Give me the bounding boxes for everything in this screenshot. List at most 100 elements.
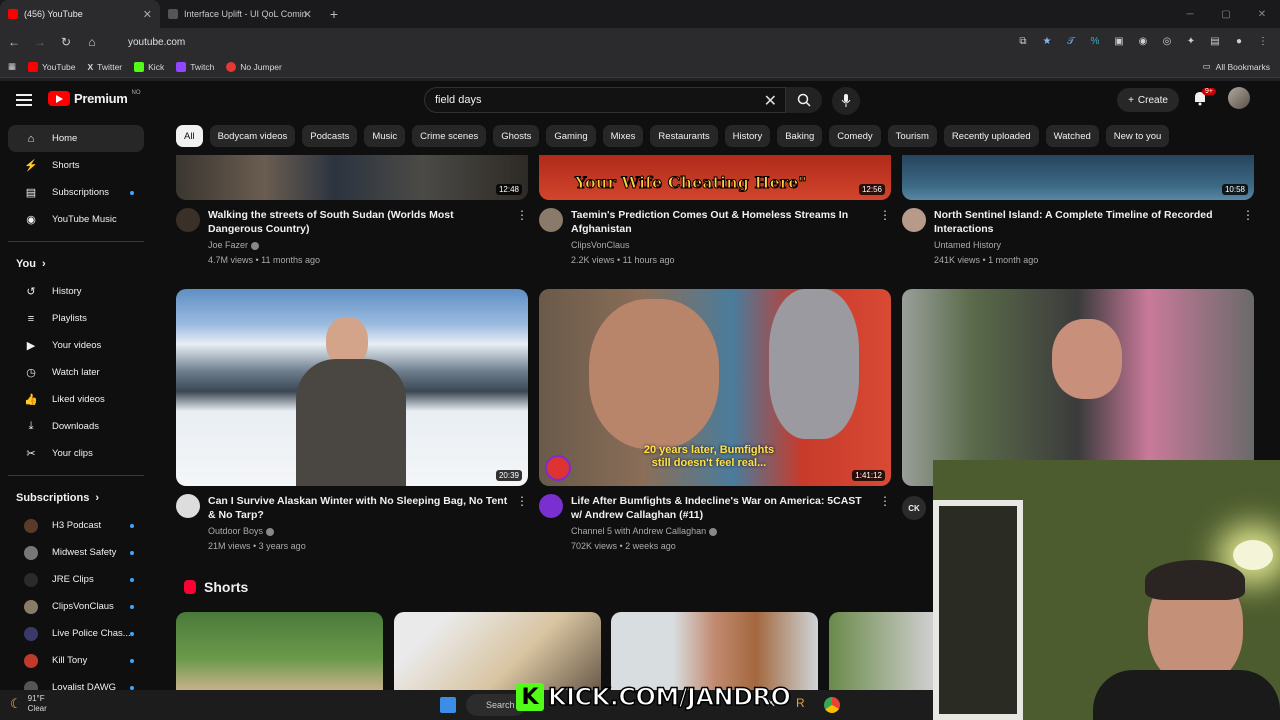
chip[interactable]: Ghosts [493,125,540,147]
chip[interactable]: Baking [777,125,823,147]
chip[interactable]: Mixes [602,125,644,147]
account-avatar[interactable] [1228,87,1250,109]
video-title[interactable]: Taemin's Prediction Comes Out & Homeless… [571,208,871,236]
back-icon[interactable]: ← [2,30,26,54]
channel-avatar[interactable] [539,494,563,518]
video-thumbnail[interactable]: 10:58 [902,155,1254,200]
profile-icon[interactable]: ● [1230,32,1248,50]
chip[interactable]: Comedy [829,125,881,147]
video-title[interactable]: Life After Bumfights & Indecline's War o… [571,494,871,522]
channel-name[interactable]: Outdoor Boys [208,526,275,536]
chip[interactable]: Crime scenes [412,125,487,147]
forward-icon[interactable]: → [28,30,52,54]
menu-icon[interactable] [16,91,32,109]
video-thumbnail[interactable]: Your Wife Cheating Here" 12:56 [539,155,891,200]
extension-icon[interactable]: ▣ [1110,32,1128,50]
tab-youtube[interactable]: (456) YouTube ✕ [0,0,160,28]
maximize-icon[interactable]: ▢ [1208,0,1244,28]
channel-avatar[interactable] [176,208,200,232]
chrome-icon[interactable] [824,697,840,713]
sidebar-item-your-videos[interactable]: ▶ Your videos [8,332,144,359]
chip[interactable]: New to you [1105,125,1170,147]
short-thumbnail[interactable] [611,612,818,690]
channel-name[interactable]: Joe Fazer [208,240,260,250]
home-browser-icon[interactable]: ⌂ [80,30,104,54]
channel-name[interactable]: Channel 5 with Andrew Callaghan [571,526,718,536]
chip[interactable]: Recently uploaded [943,125,1039,147]
short-thumbnail[interactable] [829,612,933,690]
menu-dots-icon[interactable]: ⋮ [1254,32,1272,50]
extension-icon[interactable]: ◎ [1158,32,1176,50]
sidebar-section-subscriptions[interactable]: Subscriptions › [0,484,152,512]
chip[interactable]: Bodycam videos [209,125,296,147]
sidebar-item-your-clips[interactable]: ✂ Your clips [8,440,144,467]
clear-search-icon[interactable]: ✕ [764,91,777,111]
channel-name[interactable]: Untamed History [934,240,1001,250]
windows-start-icon[interactable] [440,697,456,713]
sidebar-item-youtube-music[interactable]: ◉ YouTube Music [8,206,144,233]
video-thumbnail[interactable]: 12:48 [176,155,528,200]
chip[interactable]: Podcasts [302,125,358,147]
more-options-icon[interactable]: ⋮ [516,208,528,222]
create-button[interactable]: + Create [1117,88,1179,112]
address-bar[interactable]: youtube.com [104,30,1004,54]
short-thumbnail[interactable] [176,612,383,690]
weather-widget[interactable]: ☾ 91°F Clear [10,694,47,714]
chip[interactable]: Gaming [546,125,596,147]
sidebar-sub-kill-tony[interactable]: Kill Tony [8,647,144,674]
close-window-icon[interactable]: ✕ [1244,0,1280,28]
bookmark-kick[interactable]: Kick [134,61,164,72]
tab-interface-uplift[interactable]: Interface Uplift - UI QoL Comin ✕ [160,0,320,28]
sidebar-item-downloads[interactable]: ⤓ Downloads [8,413,144,440]
app-icon[interactable]: R [796,696,805,710]
sidebar-item-playlists[interactable]: ≡ Playlists [8,305,144,332]
reload-icon[interactable]: ↻ [54,30,78,54]
new-tab-button[interactable]: + [320,0,348,28]
sidebar-sub-clipsvonclaus[interactable]: ClipsVonClaus [8,593,144,620]
search-input[interactable]: field days ✕ [424,87,786,113]
sidebar-item-liked-videos[interactable]: 👍 Liked videos [8,386,144,413]
extension-icon[interactable]: ◉ [1134,32,1152,50]
sidebar-sub-midwest-safety[interactable]: Midwest Safety [8,539,144,566]
chip[interactable]: Watched [1045,125,1099,147]
video-thumbnail[interactable]: 20 years later, Bumfights still doesn't … [539,289,891,486]
short-thumbnail[interactable] [394,612,601,690]
bookmark-nojumper[interactable]: No Jumper [226,61,282,72]
search-button[interactable] [786,87,822,113]
sidebar-section-you[interactable]: You › [0,250,152,278]
channel-avatar[interactable] [902,208,926,232]
close-tab-icon[interactable]: ✕ [303,8,312,21]
youtube-logo[interactable]: Premium NO [48,90,141,106]
more-options-icon[interactable]: ⋮ [516,494,528,508]
minimize-icon[interactable]: ─ [1172,0,1208,28]
puzzle-icon[interactable]: ✦ [1182,32,1200,50]
bookmark-youtube[interactable]: YouTube [28,61,75,72]
notifications-button[interactable]: 9+ [1192,88,1216,108]
chip[interactable]: Music [364,125,406,147]
video-title[interactable]: North Sentinel Island: A Complete Timeli… [934,208,1234,236]
apps-grid-icon[interactable]: ▦ [8,61,16,72]
install-icon[interactable]: ⧉ [1014,32,1032,50]
sidepanel-icon[interactable]: ▤ [1206,32,1224,50]
more-options-icon[interactable]: ⋮ [1242,208,1254,222]
sidebar-sub-jre-clips[interactable]: JRE Clips [8,566,144,593]
chip[interactable]: History [724,125,771,147]
bookmark-star-icon[interactable]: ★ [1038,32,1056,50]
close-tab-icon[interactable]: ✕ [143,8,152,21]
bookmark-twitter[interactable]: X Twitter [87,62,122,72]
more-options-icon[interactable]: ⋮ [879,208,891,222]
sidebar-sub-h3-podcast[interactable]: H3 Podcast [8,512,144,539]
channel-avatar[interactable] [176,494,200,518]
chip-all[interactable]: All [176,125,203,147]
channel-avatar[interactable]: CK [902,496,926,520]
sidebar-item-shorts[interactable]: ⚡ Shorts [8,152,144,179]
chip[interactable]: Tourism [887,125,937,147]
video-thumbnail[interactable]: 20:39 [176,289,528,486]
video-title[interactable]: Can I Survive Alaskan Winter with No Sle… [208,494,508,522]
bookmark-twitch[interactable]: Twitch [176,61,214,72]
chip[interactable]: Restaurants [650,125,718,147]
channel-avatar[interactable] [539,208,563,232]
sidebar-item-home[interactable]: ⌂ Home [8,125,144,152]
sidebar-item-watch-later[interactable]: ◷ Watch later [8,359,144,386]
video-title[interactable]: Walking the streets of South Sudan (Worl… [208,208,508,236]
